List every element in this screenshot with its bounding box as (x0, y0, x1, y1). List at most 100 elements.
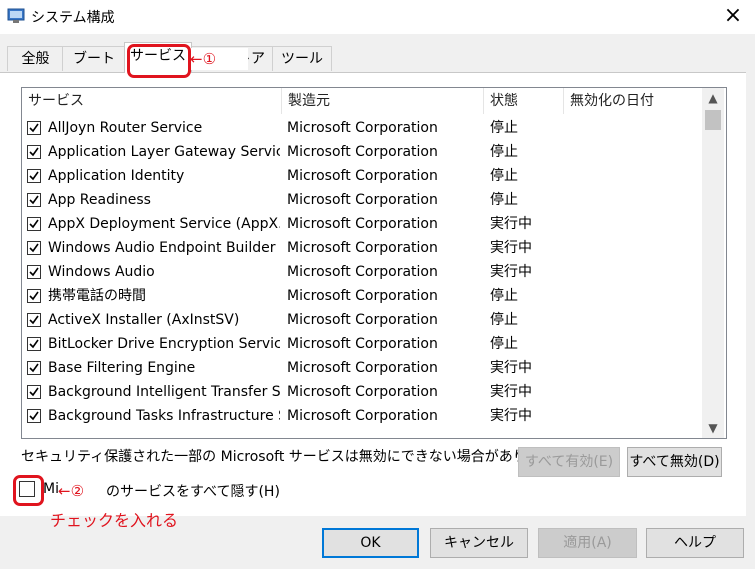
checkmark-icon (29, 147, 39, 157)
services-list[interactable]: サービス 製造元 状態 無効化の日付 AllJoyn Router Servic… (21, 87, 727, 439)
table-row[interactable]: 携帯電話の時間 Microsoft Corporation 停止 (22, 284, 702, 308)
service-disabled-date (568, 260, 698, 284)
service-checkbox[interactable] (27, 241, 41, 255)
service-disabled-date (568, 332, 698, 356)
service-manufacturer: Microsoft Corporation (287, 408, 438, 424)
service-disabled-date (568, 140, 698, 164)
security-note: セキュリティ保護された一部の Microsoft サービスは無効にできない場合が… (21, 449, 568, 465)
service-name: Application Layer Gateway Service (48, 144, 280, 160)
close-icon[interactable]: × (718, 2, 748, 30)
table-row[interactable]: App Readiness Microsoft Corporation 停止 (22, 188, 702, 212)
service-disabled-date (568, 116, 698, 140)
service-checkbox[interactable] (27, 193, 41, 207)
service-checkbox[interactable] (27, 409, 41, 423)
tab-general[interactable]: 全般 (7, 46, 64, 71)
service-status: 停止 (490, 192, 518, 208)
scroll-down-icon[interactable]: ▼ (702, 418, 724, 438)
service-manufacturer: Microsoft Corporation (287, 120, 438, 136)
service-name: ActiveX Installer (AxInstSV) (48, 312, 240, 328)
table-row[interactable]: Windows Audio Endpoint Builder Microsoft … (22, 236, 702, 260)
table-row[interactable]: ActiveX Installer (AxInstSV) Microsoft Co… (22, 308, 702, 332)
service-disabled-date (568, 236, 698, 260)
service-name: AppX Deployment Service (AppX... (48, 216, 280, 232)
service-disabled-date (568, 380, 698, 404)
service-checkbox[interactable] (27, 121, 41, 135)
table-row[interactable]: Windows Audio Microsoft Corporation 実行中 (22, 260, 702, 284)
service-status: 実行中 (490, 408, 532, 424)
service-manufacturer: Microsoft Corporation (287, 144, 438, 160)
table-row[interactable]: Application Layer Gateway Service Microso… (22, 140, 702, 164)
service-checkbox[interactable] (27, 313, 41, 327)
table-row[interactable]: Background Intelligent Transfer S... Micr… (22, 380, 702, 404)
service-checkbox[interactable] (27, 145, 41, 159)
table-row[interactable]: Background Tasks Infrastructure S... Micr… (22, 404, 702, 428)
scrollbar-thumb[interactable] (705, 110, 721, 130)
help-button[interactable]: ヘルプ (646, 528, 744, 558)
annotation-box-tab (127, 44, 191, 78)
annotation-box-checkbox (13, 475, 44, 506)
service-name: BitLocker Drive Encryption Service (48, 336, 280, 352)
service-disabled-date (568, 356, 698, 380)
service-checkbox[interactable] (27, 289, 41, 303)
disable-all-button[interactable]: すべて無効(D) (627, 447, 722, 477)
table-row[interactable]: AppX Deployment Service (AppX... Microsof… (22, 212, 702, 236)
service-status: 実行中 (490, 264, 532, 280)
service-manufacturer: Microsoft Corporation (287, 264, 438, 280)
service-manufacturer: Microsoft Corporation (287, 288, 438, 304)
service-name: Application Identity (48, 168, 185, 184)
table-row[interactable]: Application Identity Microsoft Corporatio… (22, 164, 702, 188)
cancel-button[interactable]: キャンセル (430, 528, 528, 558)
enable-all-button[interactable]: すべて有効(E) (518, 447, 620, 477)
service-disabled-date (568, 404, 698, 428)
tab-strip: 全般 ブート サービス スタートアップ ツール (0, 34, 755, 73)
service-manufacturer: Microsoft Corporation (287, 216, 438, 232)
service-disabled-date (568, 188, 698, 212)
service-name: Windows Audio Endpoint Builder (48, 240, 276, 256)
column-header-manufacturer[interactable]: 製造元 (282, 88, 484, 114)
column-header-status[interactable]: 状態 (484, 88, 564, 114)
service-checkbox[interactable] (27, 385, 41, 399)
table-row[interactable]: BitLocker Drive Encryption Service Micros… (22, 332, 702, 356)
table-row[interactable]: Base Filtering Engine Microsoft Corporati… (22, 356, 702, 380)
checkmark-icon (29, 291, 39, 301)
checkmark-icon (29, 387, 39, 397)
ok-button[interactable]: OK (322, 528, 419, 558)
column-header-service[interactable]: サービス (22, 88, 282, 114)
service-status: 実行中 (490, 240, 532, 256)
service-checkbox[interactable] (27, 361, 41, 375)
window-title: システム構成 (31, 10, 115, 26)
hide-microsoft-label-end: のサービスをすべて隠す(H) (106, 484, 280, 500)
service-checkbox[interactable] (27, 217, 41, 231)
service-checkbox[interactable] (27, 337, 41, 351)
service-status: 停止 (490, 288, 518, 304)
title-bar: システム構成 × (0, 0, 755, 34)
apply-button[interactable]: 適用(A) (538, 528, 637, 558)
service-manufacturer: Microsoft Corporation (287, 240, 438, 256)
service-checkbox[interactable] (27, 169, 41, 183)
tab-tools[interactable]: ツール (272, 46, 332, 71)
annotation-tab-note: ←① (190, 50, 217, 68)
service-name: Windows Audio (48, 264, 155, 280)
checkmark-icon (29, 195, 39, 205)
tab-boot[interactable]: ブート (62, 46, 126, 71)
service-status: 停止 (490, 144, 518, 160)
annotation-instruction: チェックを入れる (50, 511, 179, 530)
system-config-icon (7, 8, 25, 23)
scroll-up-icon[interactable]: ▲ (702, 88, 724, 108)
checkmark-icon (29, 267, 39, 277)
service-status: 実行中 (490, 360, 532, 376)
vertical-scrollbar[interactable]: ▲ ▼ (702, 88, 724, 438)
service-manufacturer: Microsoft Corporation (287, 384, 438, 400)
checkmark-icon (29, 243, 39, 253)
service-status: 実行中 (490, 384, 532, 400)
list-header: サービス 製造元 状態 無効化の日付 (22, 88, 702, 114)
service-status: 停止 (490, 120, 518, 136)
table-row[interactable]: AllJoyn Router Service Microsoft Corporat… (22, 116, 702, 140)
column-header-disabled-date[interactable]: 無効化の日付 (564, 88, 702, 114)
service-name: Background Intelligent Transfer S... (48, 384, 280, 400)
service-name: 携帯電話の時間 (48, 288, 146, 304)
checkmark-icon (29, 411, 39, 421)
service-disabled-date (568, 164, 698, 188)
service-name: Background Tasks Infrastructure S... (48, 408, 280, 424)
service-checkbox[interactable] (27, 265, 41, 279)
